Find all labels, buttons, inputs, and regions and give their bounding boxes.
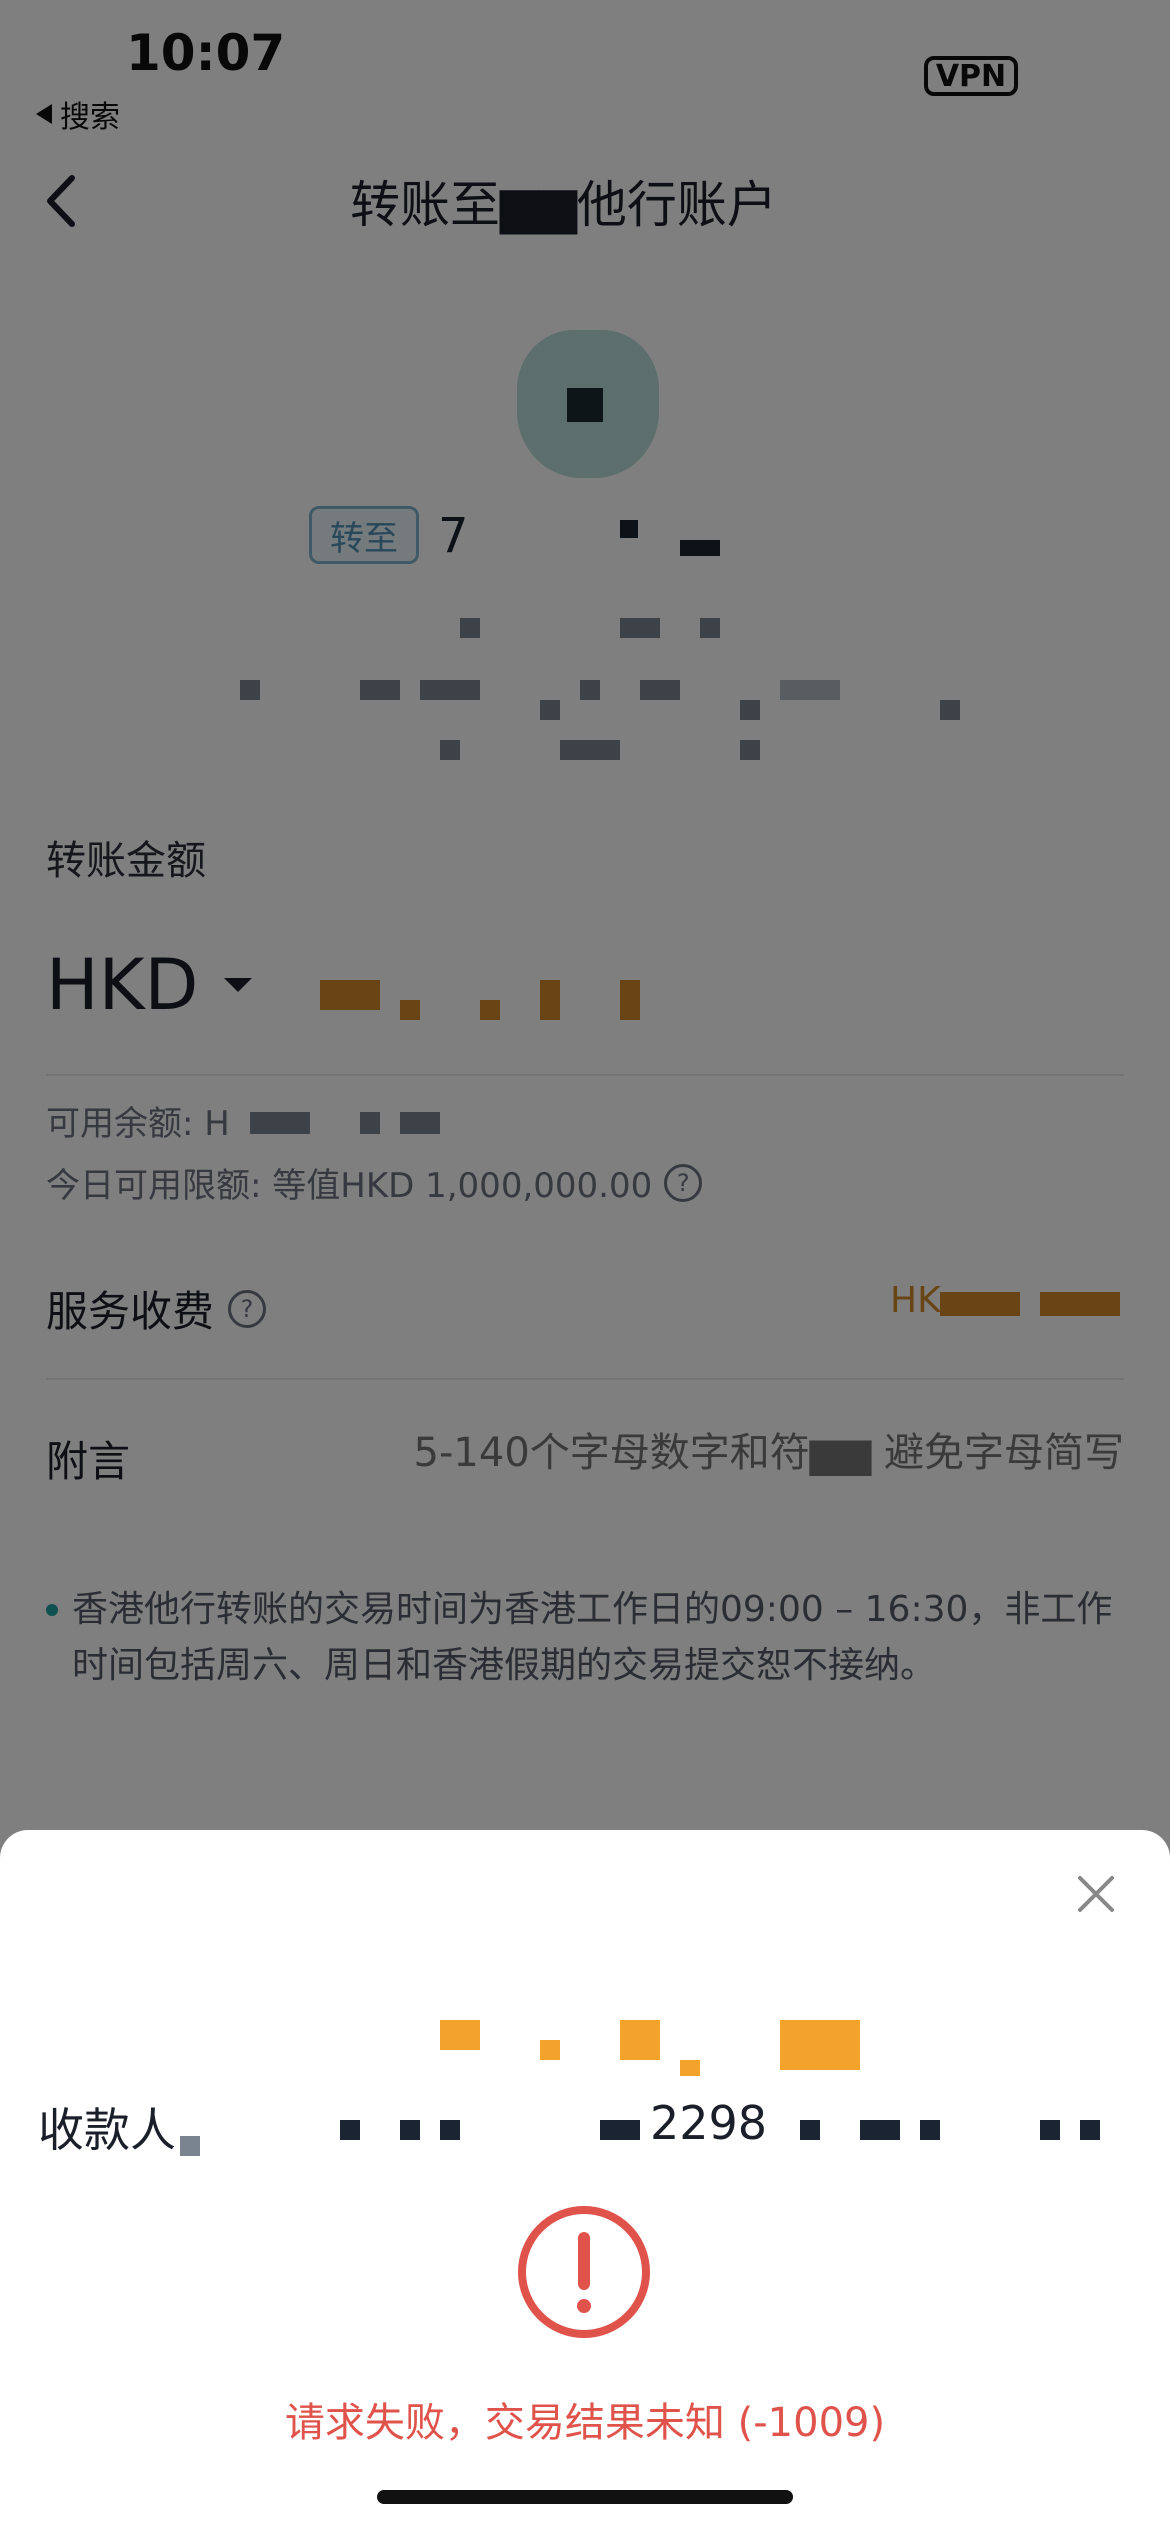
payee-label: 收款人 (38, 2103, 176, 2157)
redacted-payee (920, 2120, 940, 2140)
redacted-payee (800, 2120, 820, 2140)
redacted-amount (780, 2020, 860, 2070)
close-icon[interactable] (1074, 1872, 1118, 1916)
redacted-payee (400, 2120, 420, 2140)
redacted-payee (1080, 2120, 1100, 2140)
error-message: 请求失败，交易结果未知 (-1009) (284, 2400, 886, 2446)
home-indicator (377, 2490, 793, 2504)
redacted-payee (1040, 2120, 1060, 2140)
payee-value: 2298 (650, 2096, 768, 2150)
redacted-payee (860, 2120, 900, 2140)
redacted-amount (620, 2020, 660, 2060)
redacted-amount (680, 2060, 700, 2076)
redacted-payee (440, 2120, 460, 2140)
error-exclamation-icon (518, 2206, 650, 2338)
redacted-payee (600, 2120, 640, 2140)
redacted-payee (180, 2136, 200, 2156)
redacted-amount (440, 2020, 480, 2050)
redacted-payee (340, 2120, 360, 2140)
redacted-amount (540, 2040, 560, 2060)
